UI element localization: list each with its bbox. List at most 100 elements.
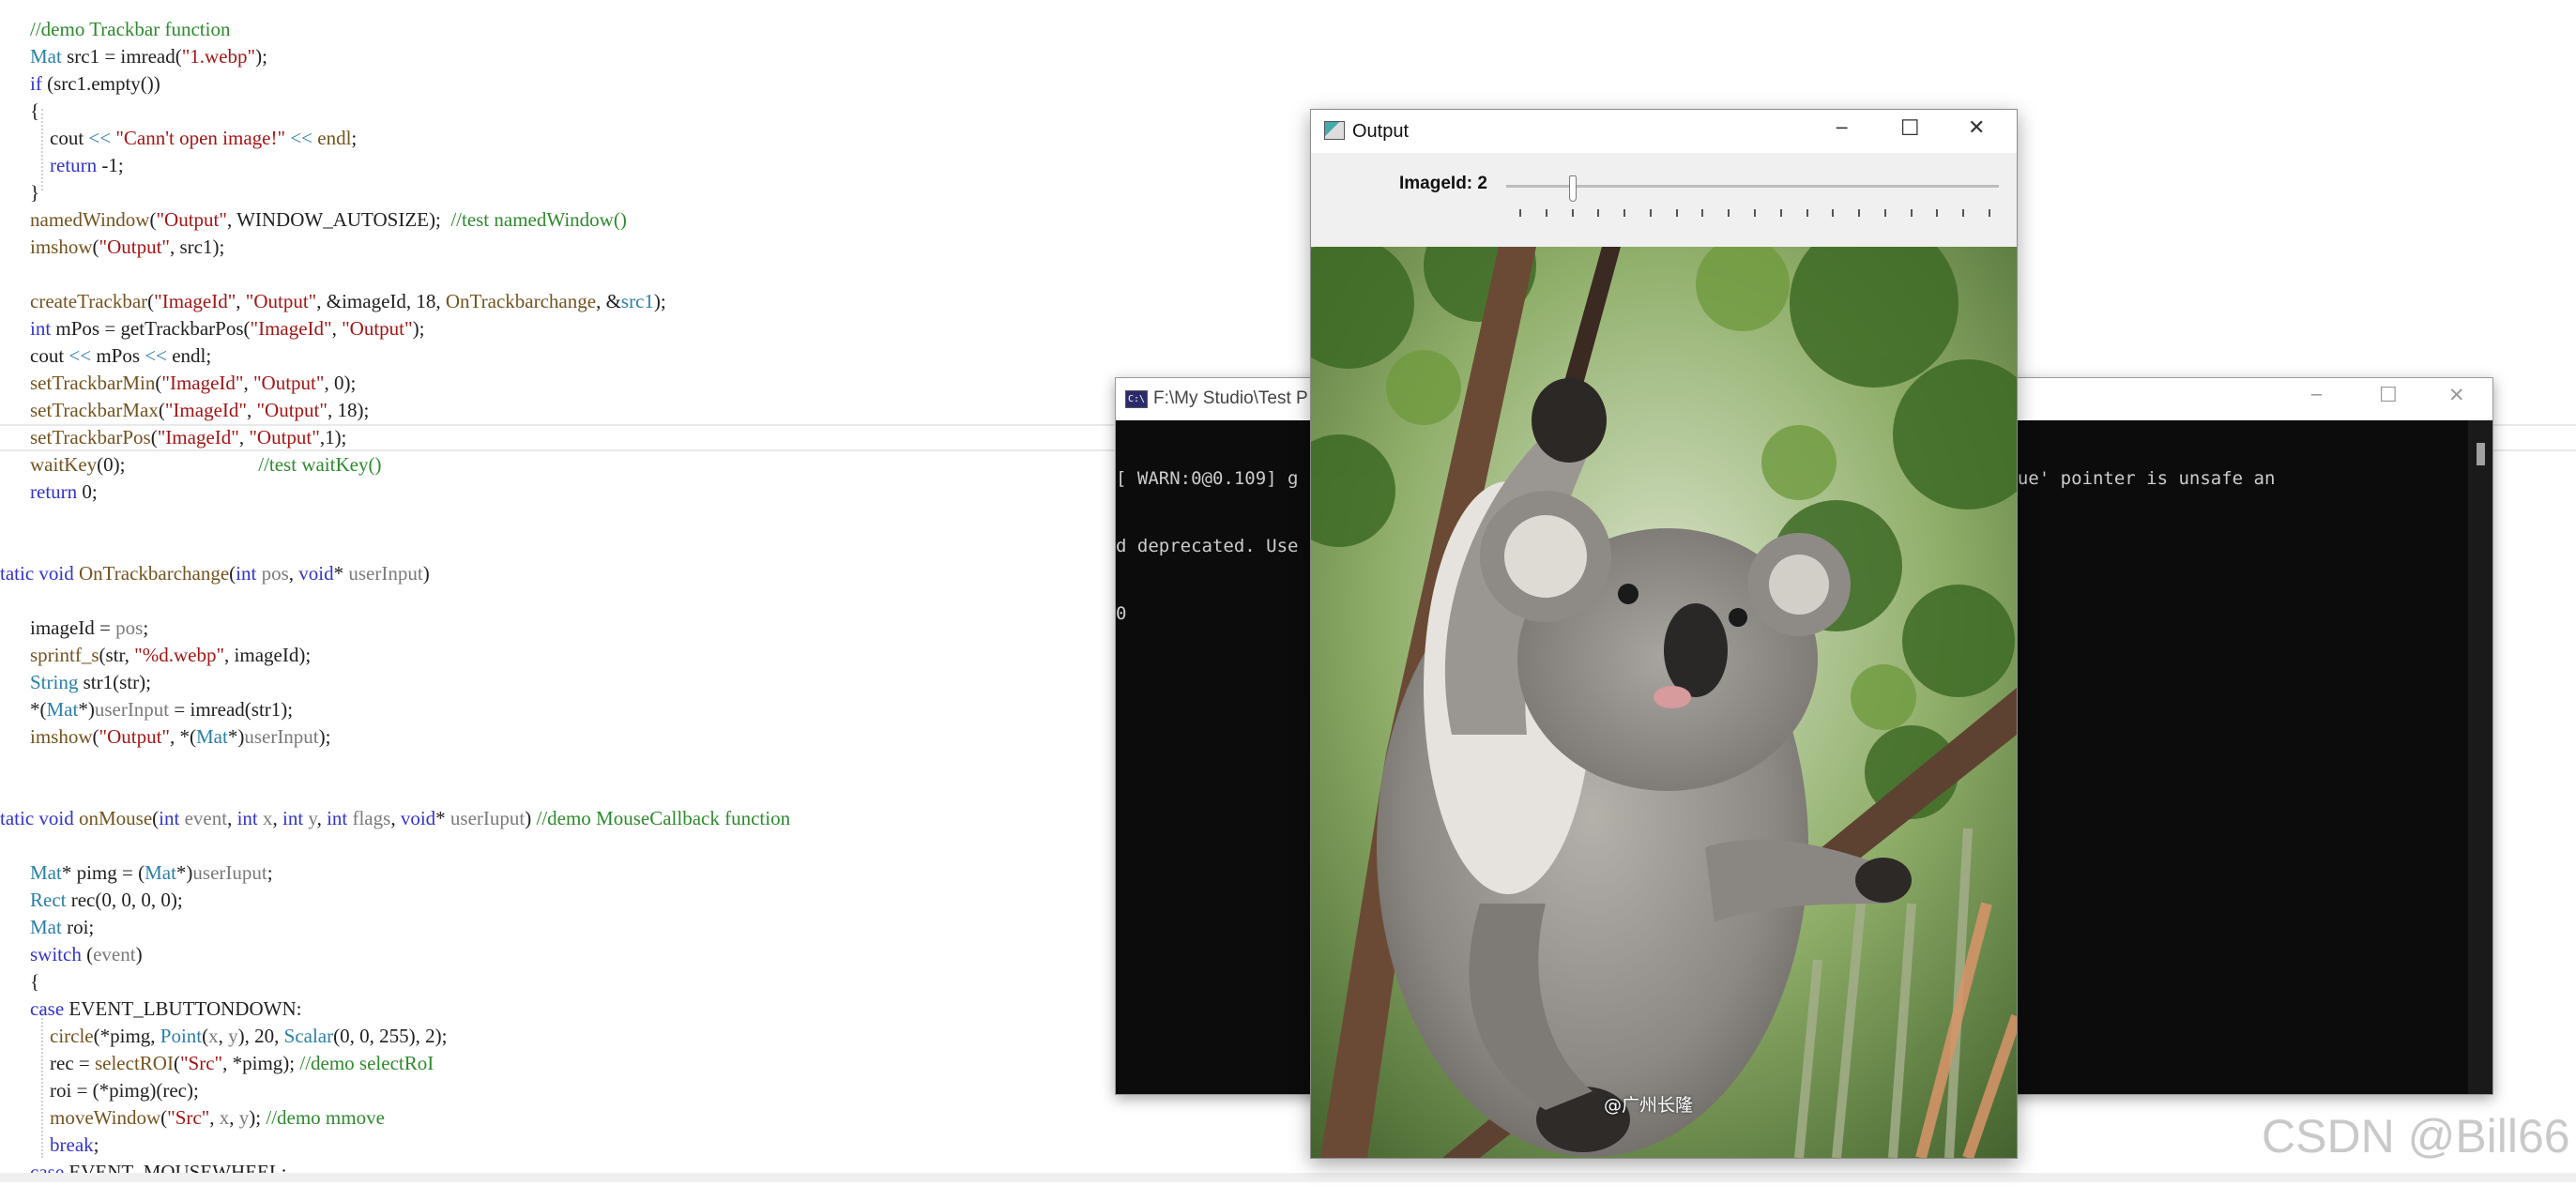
trackbar-thumb[interactable] xyxy=(1569,175,1577,202)
horizontal-scrollbar[interactable] xyxy=(0,1173,2576,1182)
code-token: (*pimg, xyxy=(93,1025,160,1047)
code-token: //test namedWindow() xyxy=(450,208,627,231)
code-line[interactable]: cout << "Cann't open image!" << endl; xyxy=(30,125,357,152)
console-scrollbar[interactable] xyxy=(2468,420,2492,1094)
code-token: roi; xyxy=(61,916,95,938)
code-line[interactable]: imshow("Output", src1); xyxy=(30,234,224,261)
trackbar-tick xyxy=(1546,209,1547,217)
code-token: (src1.empty()) xyxy=(41,72,160,95)
output-window[interactable]: Output ─ ☐ ✕ ImageId: 2 @广州长隆 xyxy=(1310,109,2018,1159)
code-line[interactable]: { xyxy=(30,98,39,125)
code-token: , xyxy=(390,807,401,829)
code-token: void xyxy=(298,562,334,585)
code-token: "ImageId" xyxy=(154,290,236,312)
code-token: int xyxy=(30,317,52,340)
trackbar-tick xyxy=(1936,209,1938,217)
code-line[interactable]: setTrackbarMax("ImageId", "Output", 18); xyxy=(30,397,369,424)
code-line[interactable]: roi = (*pimg)(rec); xyxy=(30,1077,199,1104)
code-token: Mat xyxy=(196,725,228,748)
output-title-bar[interactable]: Output ─ ☐ ✕ xyxy=(1311,110,2017,153)
code-line[interactable]: { xyxy=(30,968,39,996)
code-token: if xyxy=(30,72,42,95)
code-token: , src1); xyxy=(170,236,225,258)
code-line[interactable]: //demo Trackbar function xyxy=(30,16,230,43)
code-token: case xyxy=(30,997,65,1020)
code-token: "1.webp" xyxy=(181,45,256,68)
code-token: Mat xyxy=(145,861,176,884)
code-token: << xyxy=(290,127,312,149)
code-token: flags xyxy=(352,807,391,829)
code-token: , &imageId, 18, xyxy=(316,290,446,312)
output-maximize-button[interactable]: ☐ xyxy=(1900,116,1920,141)
code-line[interactable]: break; xyxy=(30,1132,99,1159)
code-token: "Output" xyxy=(256,399,328,421)
code-token: Mat xyxy=(46,698,79,721)
console-scrollbar-thumb[interactable] xyxy=(2477,443,2485,465)
code-token: ); xyxy=(255,45,267,68)
code-line[interactable]: setTrackbarPos("ImageId", "Output",1); xyxy=(30,424,346,451)
code-token: setTrackbarMin xyxy=(30,372,156,394)
console-close-button[interactable]: ✕ xyxy=(2448,384,2465,406)
code-line[interactable]: createTrackbar("ImageId", "Output", &ima… xyxy=(30,288,666,315)
code-token: , xyxy=(246,399,257,421)
code-token: , xyxy=(316,807,328,829)
code-line[interactable]: Rect rec(0, 0, 0, 0); xyxy=(30,887,183,914)
code-token: pos xyxy=(261,562,289,585)
console-maximize-button[interactable]: ☐ xyxy=(2379,384,2398,407)
code-token: "ImageId" xyxy=(250,317,332,340)
code-token: << xyxy=(69,344,92,367)
output-minimize-button[interactable]: ─ xyxy=(1837,118,1847,139)
code-line[interactable]: rec = selectROI("Src", *pimg); //demo se… xyxy=(30,1050,434,1077)
code-line[interactable]: String str1(str); xyxy=(30,669,151,696)
code-token: Mat xyxy=(30,861,62,884)
code-line[interactable]: sprintf_s(str, "%d.webp", imageId); xyxy=(30,642,311,669)
code-token: Mat xyxy=(30,45,62,68)
code-line[interactable]: Mat roi; xyxy=(30,914,94,941)
trackbar-tick xyxy=(1989,209,1990,217)
code-line[interactable]: imshow("Output", *(Mat*)userInput); xyxy=(30,723,330,751)
code-line[interactable]: } xyxy=(30,179,39,206)
console-minimize-button[interactable]: ─ xyxy=(2311,386,2322,405)
code-token: -1; xyxy=(97,154,124,176)
code-token: pos xyxy=(115,616,144,639)
code-line[interactable]: namedWindow("Output", WINDOW_AUTOSIZE); … xyxy=(30,206,627,234)
code-line[interactable]: setTrackbarMin("ImageId", "Output", 0); xyxy=(30,370,356,397)
code-token: (0, 0, 255), 2); xyxy=(333,1025,448,1047)
code-token: int xyxy=(282,807,304,829)
code-token: ; xyxy=(351,127,358,149)
code-line[interactable]: case EVENT_LBUTTONDOWN: xyxy=(30,996,301,1023)
code-token: imshow xyxy=(30,725,93,748)
code-line[interactable]: switch (event) xyxy=(30,941,143,968)
code-line[interactable]: tatic void OnTrackbarchange(int pos, voi… xyxy=(0,560,430,587)
code-token: OnTrackbarchange xyxy=(79,562,230,585)
output-close-button[interactable]: ✕ xyxy=(1968,116,1985,140)
code-token: return xyxy=(30,480,78,503)
code-line[interactable]: return 0; xyxy=(30,479,98,506)
code-token: , xyxy=(288,562,299,585)
code-token: << xyxy=(88,127,112,149)
code-token: selectROI xyxy=(94,1052,174,1074)
code-line[interactable]: if (src1.empty()) xyxy=(30,70,160,98)
code-token: OnTrackbarchange xyxy=(445,290,597,312)
trackbar-track[interactable] xyxy=(1506,185,1999,188)
code-line[interactable]: tatic void onMouse(int event, int x, int… xyxy=(0,805,790,832)
code-line[interactable]: waitKey(0); //test waitKey() xyxy=(30,451,381,479)
code-line[interactable]: moveWindow("Src", x, y); //demo mmove xyxy=(30,1104,385,1132)
code-token: str1(str); xyxy=(78,671,151,693)
code-line[interactable]: int mPos = getTrackbarPos("ImageId", "Ou… xyxy=(30,315,424,342)
code-line[interactable]: cout << mPos << endl; xyxy=(30,342,211,370)
code-token: EVENT_LBUTTONDOWN: xyxy=(64,997,302,1020)
code-line[interactable]: *(Mat*)userInput = imread(str1); xyxy=(30,696,293,723)
code-token: int xyxy=(236,807,258,829)
code-line[interactable]: imageId = pos; xyxy=(30,615,148,642)
code-line[interactable]: return -1; xyxy=(30,152,124,179)
code-line[interactable]: Mat src1 = imread("1.webp"); xyxy=(30,43,267,70)
code-token: cout xyxy=(30,344,69,367)
code-token: switch xyxy=(30,943,82,966)
code-line[interactable]: Mat* pimg = (Mat*)userIuput; xyxy=(30,859,273,887)
code-line[interactable]: circle(*pimg, Point(x, y), 20, Scalar(0,… xyxy=(30,1023,447,1050)
trackbar-tick xyxy=(1597,209,1599,217)
code-token: , xyxy=(227,807,237,829)
